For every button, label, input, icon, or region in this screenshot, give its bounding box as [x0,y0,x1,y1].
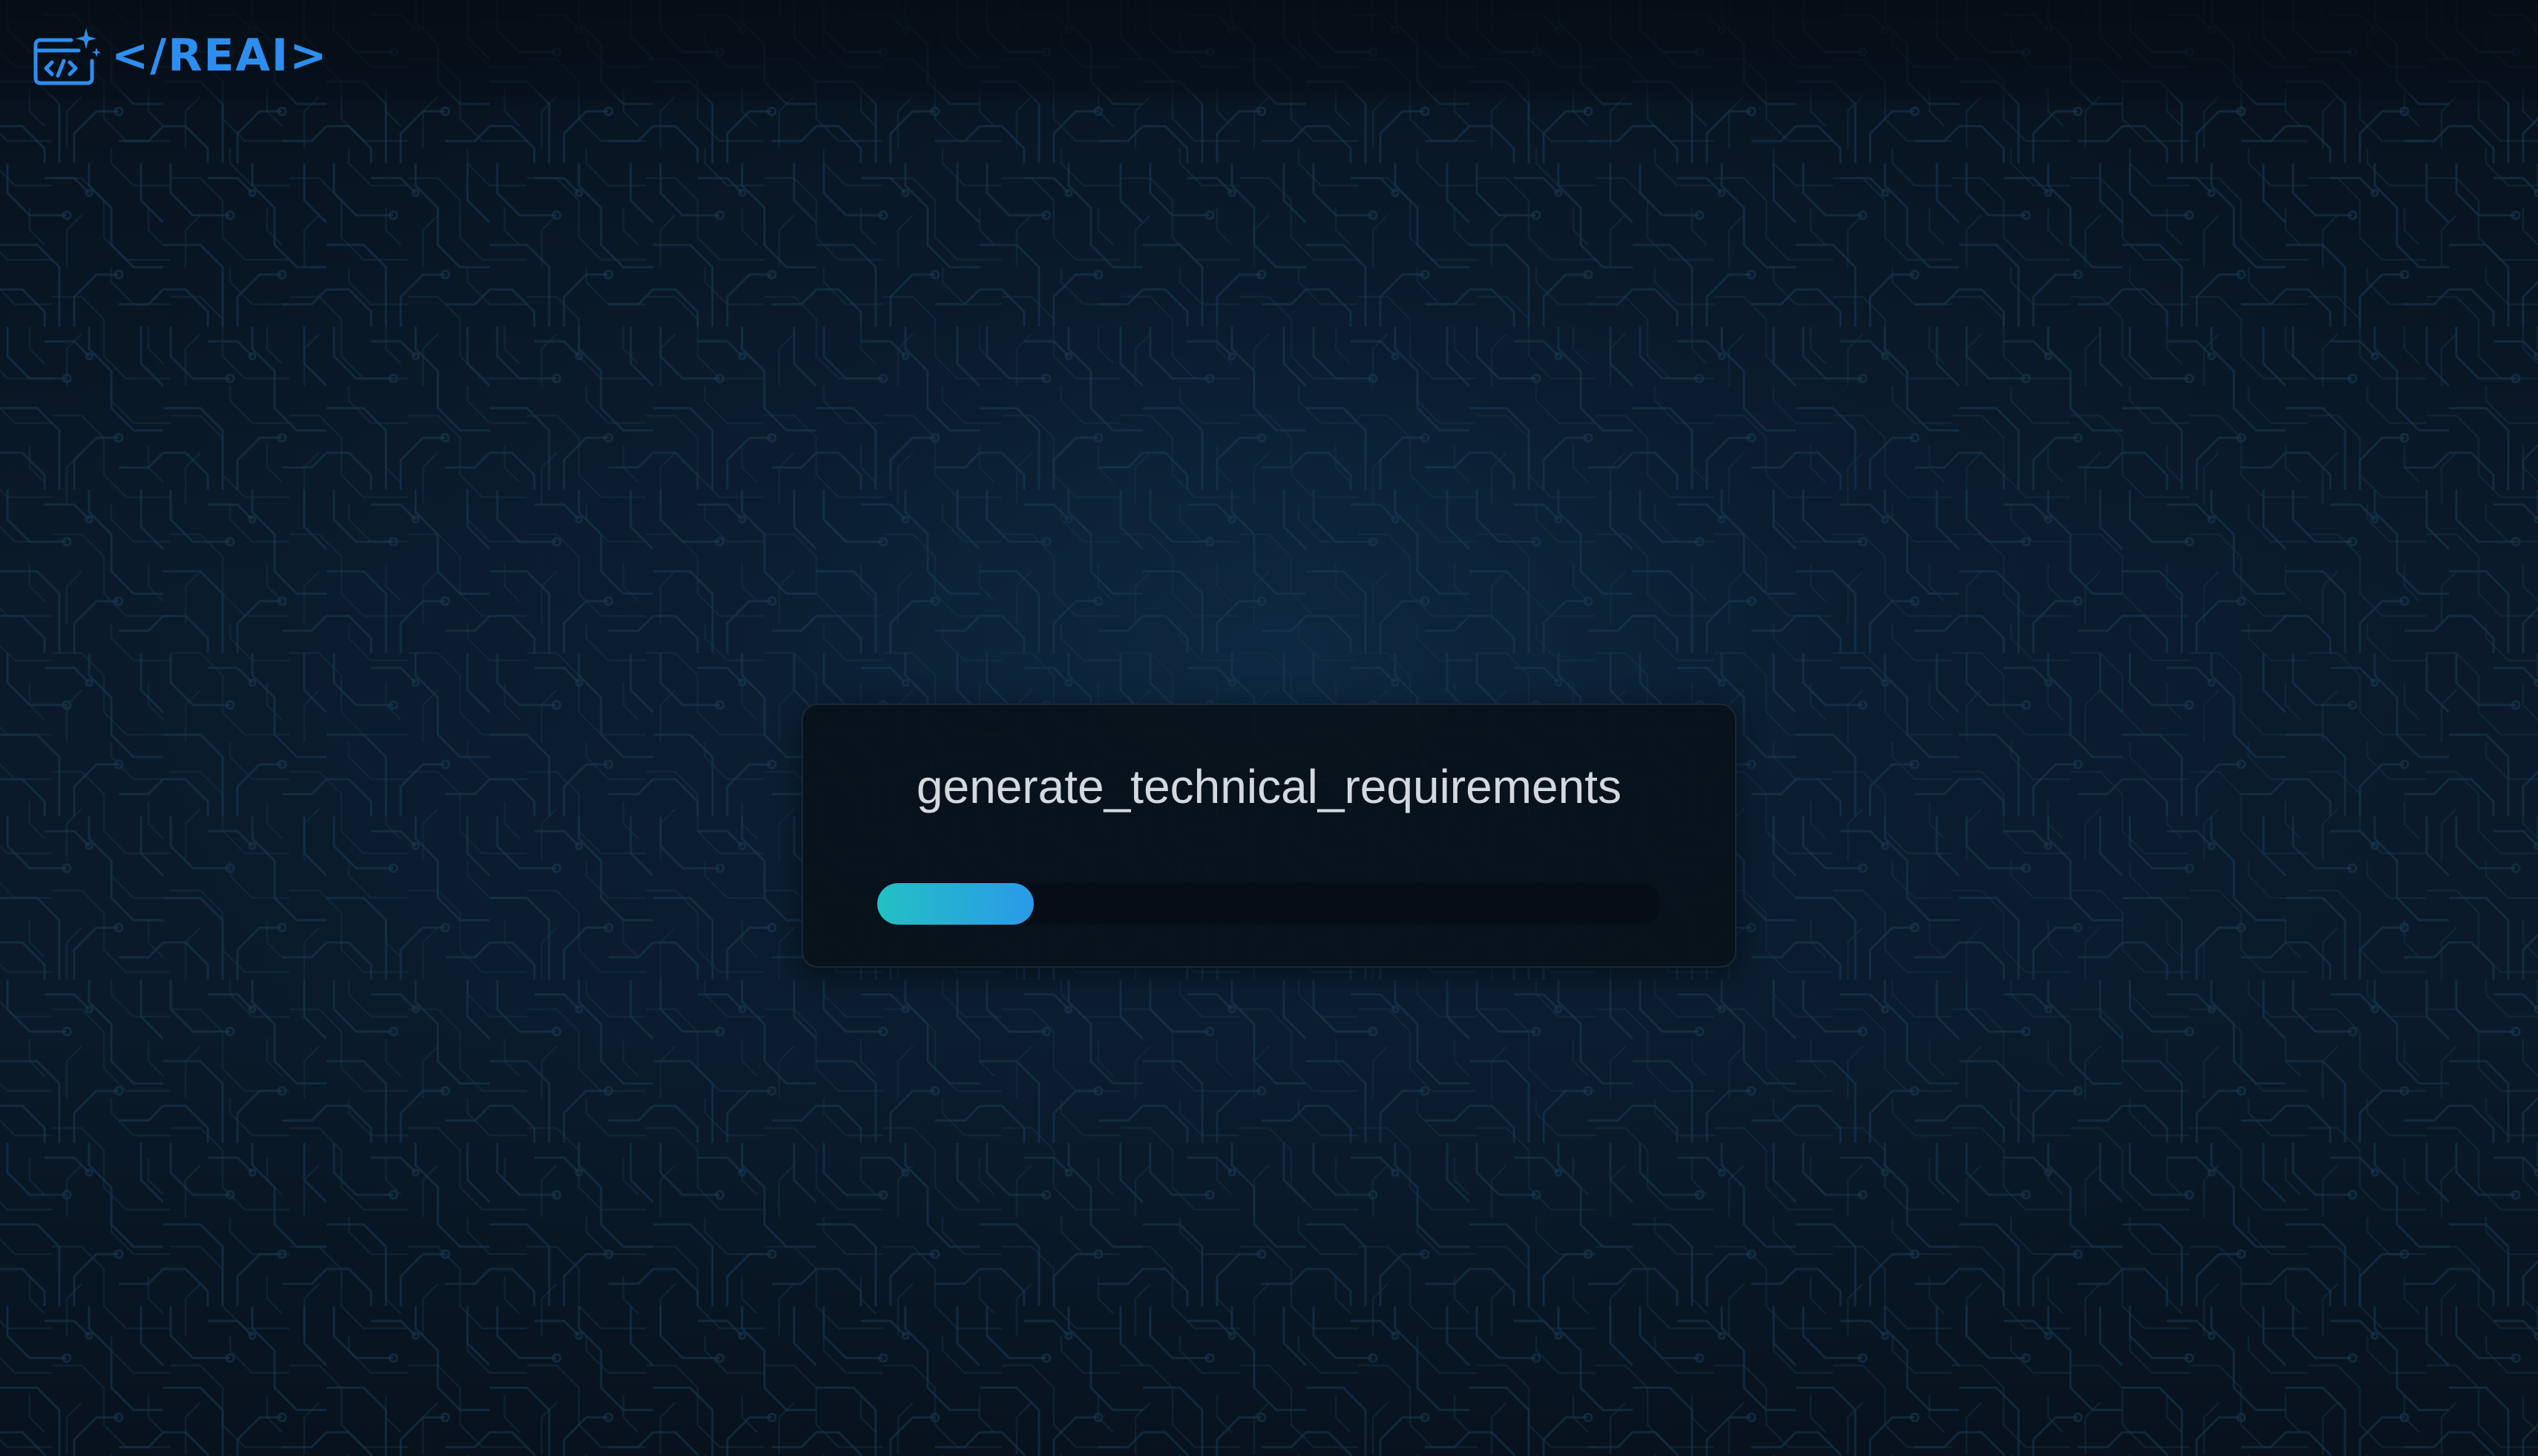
app-logo[interactable]: </REAI> [33,24,328,88]
top-header-bar: </REAI> [0,0,2538,108]
logo-wordmark: </REAI> [111,30,329,82]
progress-bar-fill [877,883,1034,925]
code-window-sparkle-icon [33,28,101,85]
task-name-label: generate_technical_requirements [916,760,1622,813]
loading-card: generate_technical_requirements [801,704,1737,968]
progress-bar [877,883,1661,925]
app-root: </REAI> generate_technical_requirements [0,0,2538,1456]
